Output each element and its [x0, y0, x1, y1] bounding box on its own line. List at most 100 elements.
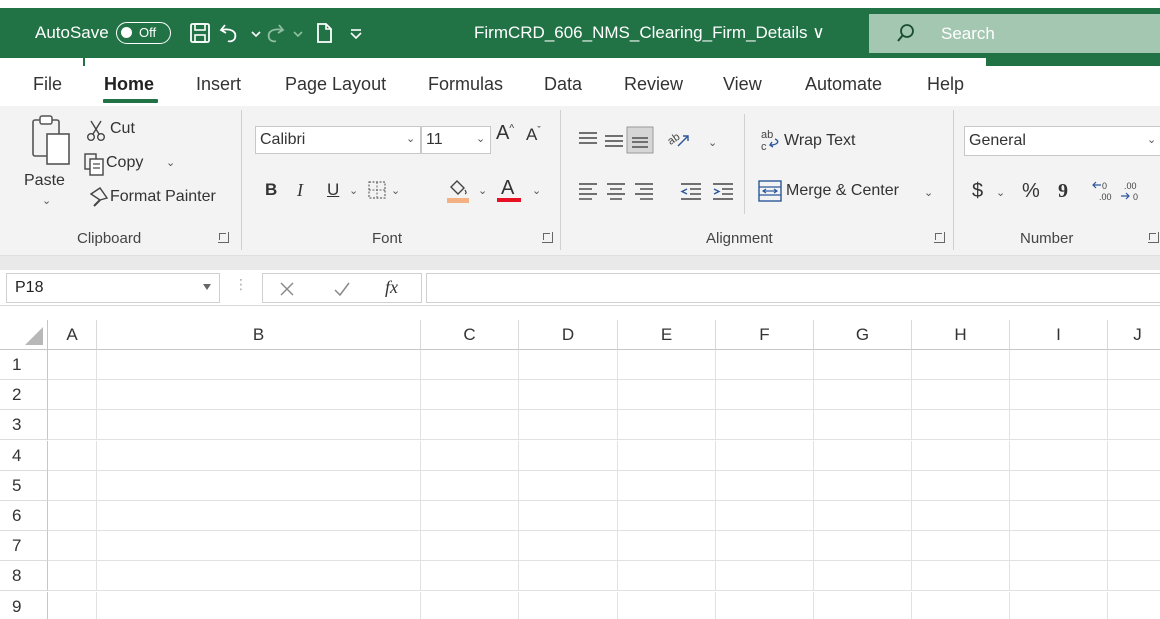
cell-i5[interactable]: [1010, 470, 1108, 501]
row-header-9[interactable]: 9: [0, 591, 48, 619]
tab-data[interactable]: Data: [544, 70, 582, 98]
cell-f8[interactable]: [716, 561, 814, 592]
number-format-dropdown[interactable]: General ⌄: [964, 126, 1160, 156]
cell-j2[interactable]: [1108, 380, 1160, 411]
cell-i2[interactable]: [1010, 380, 1108, 411]
cell-b7[interactable]: [97, 531, 421, 562]
cell-a6[interactable]: [48, 501, 97, 531]
cell-a4[interactable]: [48, 440, 97, 471]
cell-d8[interactable]: [519, 561, 618, 592]
cell-c5[interactable]: [421, 470, 519, 501]
cell-h9[interactable]: [912, 591, 1010, 619]
cell-b3[interactable]: [97, 410, 421, 441]
row-header-7[interactable]: 7: [0, 531, 48, 562]
cell-b2[interactable]: [97, 380, 421, 411]
cell-d7[interactable]: [519, 531, 618, 562]
select-all-button[interactable]: [0, 320, 48, 350]
cell-b8[interactable]: [97, 561, 421, 592]
format-painter-icon[interactable]: [88, 186, 110, 208]
tab-insert[interactable]: Insert: [196, 70, 241, 98]
save-icon[interactable]: [188, 21, 212, 45]
bold-button[interactable]: B: [265, 180, 277, 200]
name-box[interactable]: P18: [6, 273, 220, 303]
borders-dropdown-icon[interactable]: ⌄: [391, 184, 400, 197]
cell-h6[interactable]: [912, 501, 1010, 531]
tab-page-layout[interactable]: Page Layout: [285, 70, 386, 98]
format-painter-button[interactable]: Format Painter: [110, 188, 216, 206]
tab-automate[interactable]: Automate: [805, 70, 882, 98]
undo-dropdown-icon[interactable]: [244, 21, 261, 45]
cell-j4[interactable]: [1108, 441, 1160, 471]
row-header-1[interactable]: 1: [0, 350, 48, 380]
enter-icon[interactable]: [333, 281, 351, 297]
fill-color-dropdown-icon[interactable]: ⌄: [478, 184, 487, 197]
font-color-dropdown-icon[interactable]: ⌄: [532, 184, 541, 197]
column-header-c[interactable]: C: [421, 320, 519, 350]
cut-button[interactable]: Cut: [110, 120, 135, 138]
cell-f7[interactable]: [716, 531, 814, 562]
cell-c7[interactable]: [421, 531, 519, 562]
cell-g7[interactable]: [814, 531, 912, 562]
font-launcher-icon[interactable]: [542, 232, 553, 243]
cell-e7[interactable]: [618, 531, 716, 562]
cell-e4[interactable]: [618, 440, 716, 471]
cell-b4[interactable]: [97, 440, 421, 471]
cell-e8[interactable]: [618, 561, 716, 592]
row-header-5[interactable]: 5: [0, 470, 48, 501]
cell-g9[interactable]: [814, 591, 912, 619]
font-size-dropdown[interactable]: 11 ⌄: [421, 126, 491, 154]
formula-input[interactable]: [426, 273, 1160, 303]
cell-c8[interactable]: [421, 561, 519, 592]
cell-h3[interactable]: [912, 410, 1010, 441]
cell-f3[interactable]: [716, 410, 814, 441]
row-header-8[interactable]: 8: [0, 561, 48, 592]
cell-f5[interactable]: [716, 470, 814, 501]
cell-e9[interactable]: [618, 591, 716, 619]
cell-j9[interactable]: [1108, 592, 1160, 619]
decrease-decimal-icon[interactable]: .00 0: [1120, 180, 1144, 202]
orientation-dropdown-icon[interactable]: ⌄: [708, 136, 717, 149]
underline-button[interactable]: U: [327, 180, 339, 200]
alignment-launcher-icon[interactable]: [934, 232, 945, 243]
cell-c1[interactable]: [421, 350, 519, 380]
column-header-d[interactable]: D: [519, 320, 618, 350]
cell-d3[interactable]: [519, 410, 618, 441]
cell-j5[interactable]: [1108, 471, 1160, 501]
column-header-h[interactable]: H: [912, 320, 1010, 350]
column-header-a[interactable]: A: [48, 320, 97, 350]
fill-color-icon[interactable]: [446, 178, 470, 204]
row-header-3[interactable]: 3: [0, 410, 48, 441]
cell-h4[interactable]: [912, 440, 1010, 471]
redo-icon[interactable]: [262, 21, 286, 45]
autosave-toggle[interactable]: Off: [116, 22, 171, 44]
file-name[interactable]: FirmCRD_606_NMS_Clearing_Firm_Details ∨: [474, 8, 825, 58]
cell-f4[interactable]: [716, 440, 814, 471]
cell-i9[interactable]: [1010, 591, 1108, 619]
cell-g3[interactable]: [814, 410, 912, 441]
comma-style-button[interactable]: 9: [1058, 180, 1068, 203]
middle-align-icon[interactable]: [604, 132, 624, 150]
cell-e3[interactable]: [618, 410, 716, 441]
cell-j8[interactable]: [1108, 561, 1160, 592]
cell-j6[interactable]: [1108, 501, 1160, 531]
cell-j7[interactable]: [1108, 531, 1160, 562]
cell-d9[interactable]: [519, 591, 618, 619]
decrease-font-size-icon[interactable]: Aˇ: [526, 125, 541, 145]
copy-button[interactable]: Copy: [106, 154, 143, 172]
wrap-text-button[interactable]: Wrap Text: [784, 132, 855, 150]
customize-qat-icon[interactable]: [344, 21, 368, 45]
cell-h5[interactable]: [912, 470, 1010, 501]
cell-b9[interactable]: [97, 591, 421, 619]
undo-icon[interactable]: [218, 21, 242, 45]
cut-icon[interactable]: [86, 120, 106, 142]
cell-a5[interactable]: [48, 470, 97, 501]
cell-g4[interactable]: [814, 440, 912, 471]
copy-dropdown-icon[interactable]: ⌄: [166, 156, 175, 169]
cancel-icon[interactable]: [279, 281, 295, 297]
increase-indent-icon[interactable]: [712, 182, 734, 200]
currency-format-button[interactable]: $: [972, 180, 983, 203]
column-header-g[interactable]: G: [814, 320, 912, 350]
increase-decimal-icon[interactable]: 0.00: [1092, 180, 1116, 202]
cell-g2[interactable]: [814, 380, 912, 411]
orientation-icon[interactable]: ab: [666, 128, 692, 150]
